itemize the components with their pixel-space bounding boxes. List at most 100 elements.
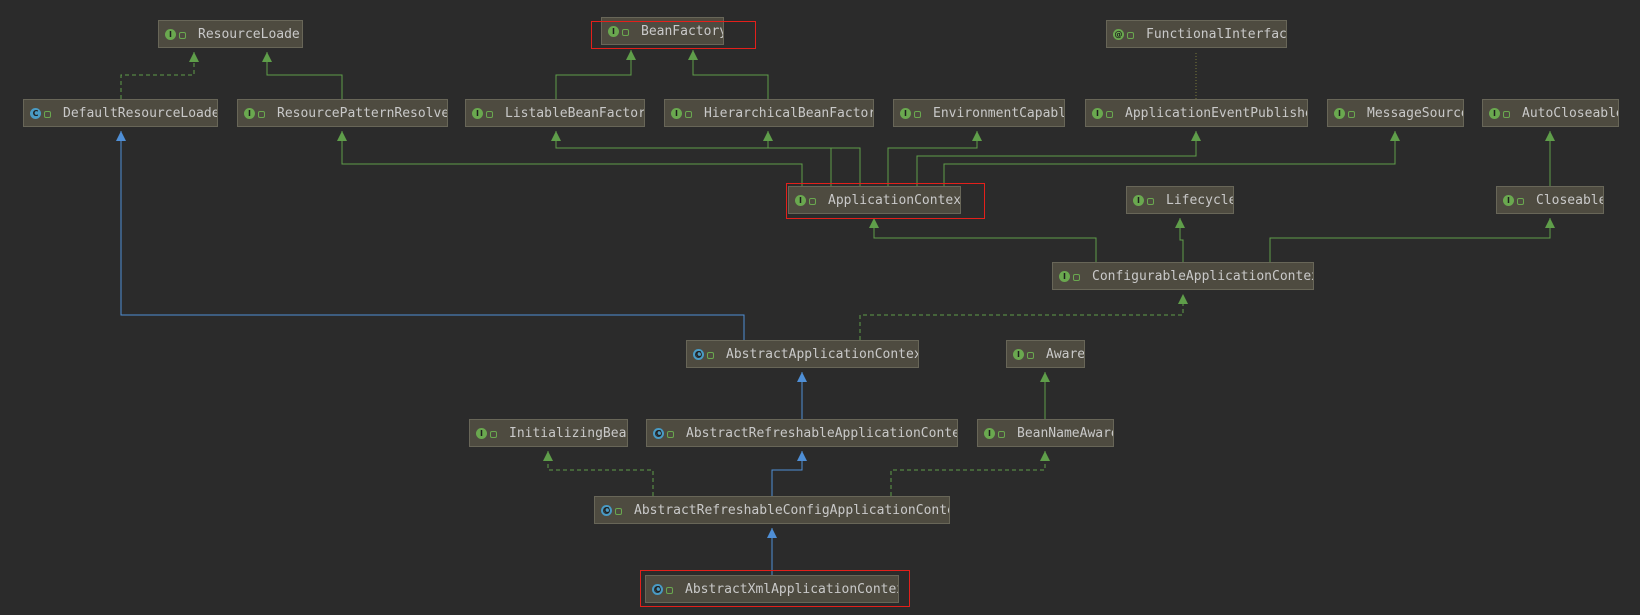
abstract-class-icon: C (653, 427, 664, 439)
edge-application_context-to-hierarchical_bean_factory (767, 131, 861, 186)
arrowhead (869, 218, 879, 228)
node-label: ResourceLoader (198, 26, 303, 42)
public-visibility-icon (1503, 110, 1510, 118)
node-label: Lifecycle (1166, 192, 1234, 208)
node-lifecycle[interactable]: I Lifecycle (1126, 186, 1234, 214)
node-initializing-bean[interactable]: I InitializingBean (469, 419, 628, 447)
public-visibility-icon (667, 430, 674, 438)
class-diagram: I ResourceLoader I BeanFactory @ Functio… (0, 0, 1640, 615)
node-resource-loader[interactable]: I ResourceLoader (158, 20, 303, 48)
node-resource-pattern-resolver[interactable]: I ResourcePatternResolver (237, 99, 448, 127)
arrowhead (972, 131, 982, 141)
interface-icon: I (1133, 194, 1144, 206)
node-label: ApplicationContext (828, 192, 961, 208)
node-message-source[interactable]: I MessageSource (1327, 99, 1464, 127)
public-visibility-icon (1027, 351, 1034, 359)
edge-resource_pattern_resolver-to-resource_loader (266, 52, 343, 99)
edge-configurable_application_context-to-application_context (873, 218, 1097, 262)
node-label: ApplicationEventPublisher (1125, 105, 1308, 121)
arrowhead (551, 131, 561, 141)
interface-icon: I (608, 25, 619, 37)
node-application-context[interactable]: I ApplicationContext (788, 186, 961, 214)
arrowhead (797, 451, 807, 461)
arrowhead (337, 131, 347, 141)
interface-icon: I (1489, 107, 1500, 119)
arrowhead (1545, 218, 1555, 228)
node-label: AbstractXmlApplicationContext (685, 581, 899, 597)
node-abstract-refreshable-application-context[interactable]: C AbstractRefreshableApplicationContext (646, 419, 958, 447)
arrowhead (116, 131, 126, 141)
node-label: EnvironmentCapable (933, 105, 1065, 121)
arrowhead (1545, 131, 1555, 141)
node-label: HierarchicalBeanFactory (704, 105, 874, 121)
edge-hierarchical_bean_factory-to-bean_factory (692, 50, 769, 99)
interface-icon: I (671, 107, 682, 119)
node-application-event-publisher[interactable]: I ApplicationEventPublisher (1085, 99, 1308, 127)
node-label: FunctionalInterface (1146, 26, 1287, 42)
node-default-resource-loader[interactable]: C DefaultResourceLoader (23, 99, 218, 127)
arrowhead (262, 52, 272, 62)
node-aware[interactable]: I Aware (1006, 340, 1085, 368)
node-label: ResourcePatternResolver (277, 105, 448, 121)
node-listable-bean-factory[interactable]: I ListableBeanFactory (465, 99, 645, 127)
arrowhead (1040, 451, 1050, 461)
interface-icon: I (1334, 107, 1345, 119)
arrowhead (189, 52, 199, 62)
interface-icon: I (165, 28, 176, 40)
node-configurable-application-context[interactable]: I ConfigurableApplicationContext (1052, 262, 1314, 290)
public-visibility-icon (1127, 31, 1134, 39)
node-label: BeanFactory (641, 23, 724, 39)
arrowhead (543, 451, 553, 461)
node-label: ConfigurableApplicationContext (1092, 268, 1314, 284)
annotation-icon: @ (1113, 28, 1124, 40)
node-label: AbstractRefreshableConfigApplicationCont… (634, 502, 950, 518)
node-bean-name-aware[interactable]: I BeanNameAware (977, 419, 1114, 447)
public-visibility-icon (998, 430, 1005, 438)
node-hierarchical-bean-factory[interactable]: I HierarchicalBeanFactory (664, 99, 874, 127)
public-visibility-icon (685, 110, 692, 118)
edge-application_context-to-listable_bean_factory (555, 131, 832, 186)
node-closeable[interactable]: I Closeable (1496, 186, 1604, 214)
node-environment-capable[interactable]: I EnvironmentCapable (893, 99, 1065, 127)
edge-abstract_refreshable_config_application_context-to-bean_name_aware (890, 451, 1046, 496)
public-visibility-icon (1073, 273, 1080, 281)
edge-abstract_refreshable_config_application_context-to-abstract_refreshable_application_context (771, 451, 803, 496)
public-visibility-icon (666, 586, 673, 594)
abstract-class-icon: C (652, 583, 663, 595)
node-label: InitializingBean (509, 425, 628, 441)
node-label: AbstractRefreshableApplicationContext (686, 425, 958, 441)
interface-icon: I (984, 427, 995, 439)
node-bean-factory[interactable]: I BeanFactory (601, 17, 724, 45)
node-abstract-application-context[interactable]: C AbstractApplicationContext (686, 340, 919, 368)
interface-icon: I (900, 107, 911, 119)
public-visibility-icon (179, 31, 186, 39)
node-functional-interface[interactable]: @ FunctionalInterface (1106, 20, 1287, 48)
public-visibility-icon (1517, 197, 1524, 205)
public-visibility-icon (615, 507, 622, 515)
public-visibility-icon (1147, 197, 1154, 205)
node-auto-closeable[interactable]: I AutoCloseable (1482, 99, 1619, 127)
edge-abstract_application_context-to-configurable_application_context (859, 294, 1184, 340)
edge-abstract_refreshable_config_application_context-to-initializing_bean (547, 451, 654, 496)
node-label: MessageSource (1367, 105, 1464, 121)
interface-icon: I (1092, 107, 1103, 119)
arrowhead (763, 131, 773, 141)
node-label: BeanNameAware (1017, 425, 1114, 441)
node-label: AbstractApplicationContext (726, 346, 919, 362)
node-label: Closeable (1536, 192, 1604, 208)
interface-icon: I (476, 427, 487, 439)
public-visibility-icon (622, 28, 629, 36)
node-abstract-xml-application-context[interactable]: C AbstractXmlApplicationContext (645, 575, 899, 603)
abstract-class-icon: C (601, 504, 612, 516)
edge-application_context-to-resource_pattern_resolver (341, 131, 803, 186)
arrowhead (767, 528, 777, 538)
node-label: AutoCloseable (1522, 105, 1619, 121)
abstract-class-icon: C (693, 348, 704, 360)
edge-listable_bean_factory-to-bean_factory (555, 50, 632, 99)
node-label: Aware (1046, 346, 1085, 362)
class-icon: C (30, 107, 41, 119)
public-visibility-icon (258, 110, 265, 118)
node-label: ListableBeanFactory (505, 105, 645, 121)
public-visibility-icon (809, 197, 816, 205)
node-abstract-refreshable-config-application-context[interactable]: C AbstractRefreshableConfigApplicationCo… (594, 496, 950, 524)
